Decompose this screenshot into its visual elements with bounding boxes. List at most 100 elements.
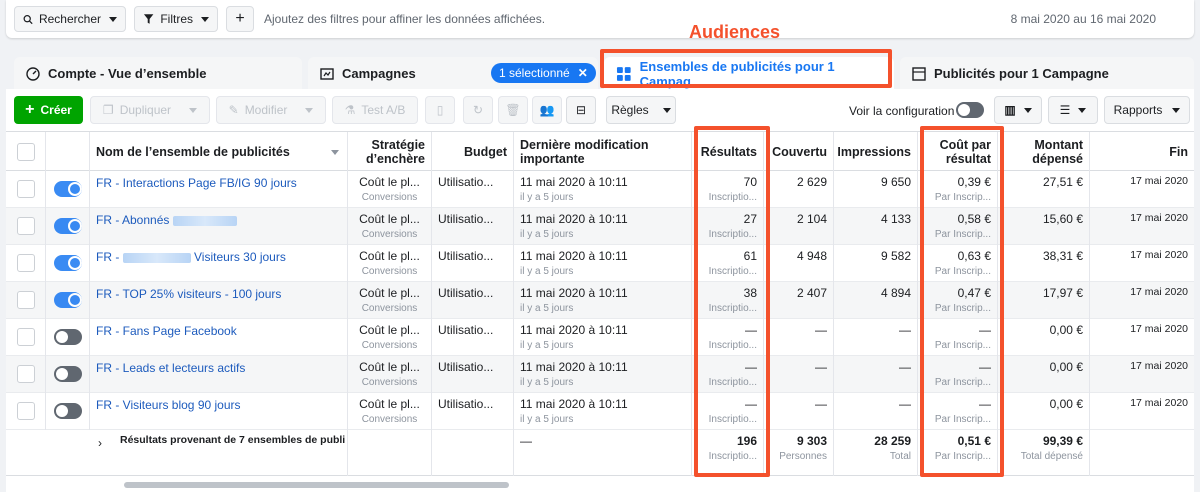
- row-checkbox[interactable]: [17, 217, 35, 235]
- ab-test-button[interactable]: ⚗ Test A/B: [332, 96, 418, 124]
- rules-label: Règles: [611, 103, 649, 117]
- row-budget-cell: Utilisatio...: [432, 208, 514, 245]
- table-row[interactable]: FR - TOP 25% visiteurs - 100 jours Coût l…: [6, 282, 1194, 319]
- toggle-knob: [68, 293, 82, 307]
- row-impressions: —: [899, 397, 911, 411]
- adset-name-link[interactable]: FR - TOP 25% visiteurs - 100 jours: [96, 287, 281, 301]
- close-icon[interactable]: ✕: [578, 66, 588, 80]
- row-name-cell: FR - Visiteurs blog 90 jours: [90, 393, 348, 430]
- add-filter-button[interactable]: +: [226, 6, 254, 32]
- row-checkbox[interactable]: [17, 328, 35, 346]
- delete-button[interactable]: 🗑: [498, 96, 528, 124]
- table-row[interactable]: FR - Visiteurs 30 jours Coût le pl... Conv…: [6, 245, 1194, 282]
- row-strategy-cell: Coût le pl... Conversions: [348, 319, 432, 356]
- date-range[interactable]: 8 mai 2020 au 16 mai 2020: [1011, 12, 1156, 26]
- adset-status-toggle[interactable]: [54, 218, 82, 234]
- column-budget[interactable]: Budget: [432, 132, 514, 172]
- adset-name-link[interactable]: FR - Leads et lecteurs actifs: [96, 361, 245, 375]
- table-header: Nom de l’ensemble de publicités Stratégi…: [6, 131, 1194, 172]
- adset-status-toggle[interactable]: [54, 403, 82, 419]
- sort-icon: [331, 150, 339, 155]
- totals-reach: 9 303: [796, 434, 827, 448]
- column-last-mod[interactable]: Dernière modification importante: [514, 132, 692, 172]
- adset-status-toggle[interactable]: [54, 255, 82, 271]
- row-name-cell: FR - Abonnés: [90, 208, 348, 245]
- clipboard-button[interactable]: ▯: [425, 96, 455, 124]
- row-checkbox[interactable]: [17, 291, 35, 309]
- filters-button[interactable]: Filtres: [134, 6, 218, 32]
- create-button[interactable]: + Créer: [14, 96, 83, 124]
- column-spent[interactable]: Montant dépensé: [998, 132, 1090, 172]
- adset-name-link[interactable]: FR - Abonnés: [96, 213, 169, 227]
- row-impressions-cell: —: [834, 356, 918, 393]
- row-impressions-cell: —: [834, 393, 918, 430]
- toolbar: + Créer ❐ Dupliquer ✎ Modifier ⚗ Test A/B ▯ …: [6, 89, 1194, 131]
- selected-pill[interactable]: 1 sélectionné ✕: [491, 63, 596, 83]
- filter-hint: Ajoutez des filtres pour affiner les don…: [264, 12, 546, 26]
- search-button[interactable]: Rechercher: [14, 6, 126, 32]
- row-checkbox[interactable]: [17, 254, 35, 272]
- table-row[interactable]: FR - Leads et lecteurs actifs Coût le pl.…: [6, 356, 1194, 393]
- adset-name-link[interactable]: FR -: [96, 250, 119, 264]
- rules-button[interactable]: Règles: [606, 96, 676, 124]
- tab-account-overview[interactable]: Compte - Vue d’ensemble: [14, 57, 302, 90]
- row-budget: Utilisatio...: [438, 397, 494, 411]
- column-name[interactable]: Nom de l’ensemble de publicités: [90, 132, 348, 172]
- row-select-cell: [6, 356, 46, 393]
- breakdown-button[interactable]: ☰: [1048, 96, 1098, 124]
- adset-name-link[interactable]: FR - Interactions Page FB/IG 90 jours: [96, 176, 297, 190]
- ads-manager: Rechercher Filtres + Ajoutez des filtres…: [6, 0, 1194, 492]
- column-last-mod-label: Dernière modification importante: [520, 138, 649, 166]
- adset-name-tail[interactable]: Visiteurs 30 jours: [194, 250, 286, 264]
- search-icon: [23, 14, 33, 24]
- column-spent-label: Montant dépensé: [1032, 138, 1083, 166]
- preview-button[interactable]: ⊟: [566, 96, 596, 124]
- view-config-toggle[interactable]: [956, 102, 984, 118]
- adset-status-toggle[interactable]: [54, 181, 82, 197]
- adset-status-toggle[interactable]: [54, 366, 82, 382]
- row-mod-cell: 11 mai 2020 à 10:11 il y a 5 jours: [514, 245, 692, 282]
- row-checkbox[interactable]: [17, 365, 35, 383]
- duplicate-button[interactable]: ❐ Dupliquer: [90, 96, 210, 124]
- add-filter-label: +: [235, 10, 245, 27]
- totals-label: Résultats provenant de 7 ensembles de pu…: [120, 434, 346, 446]
- horizontal-scrollbar[interactable]: [124, 482, 509, 488]
- table-row[interactable]: FR - Fans Page Facebook Coût le pl... Conv…: [6, 319, 1194, 356]
- table-row[interactable]: FR - Interactions Page FB/IG 90 jours Coû…: [6, 171, 1194, 208]
- row-name-cell: FR - TOP 25% visiteurs - 100 jours: [90, 282, 348, 319]
- select-all-checkbox[interactable]: [17, 143, 35, 161]
- row-mod-cell: 11 mai 2020 à 10:11 il y a 5 jours: [514, 171, 692, 208]
- row-strategy-cell: Coût le pl... Conversions: [348, 356, 432, 393]
- row-end-cell: 17 mai 2020: [1090, 208, 1194, 245]
- toggle-knob: [958, 104, 970, 116]
- adset-status-toggle[interactable]: [54, 292, 82, 308]
- row-strategy-cell: Coût le pl... Conversions: [348, 245, 432, 282]
- row-spent: 17,97 €: [1042, 286, 1083, 300]
- column-reach[interactable]: Couvertu: [764, 132, 834, 172]
- audience-button[interactable]: 👥: [532, 96, 562, 124]
- chevron-right-icon[interactable]: ›: [98, 436, 102, 450]
- columns-button[interactable]: ▥: [994, 96, 1042, 124]
- row-checkbox[interactable]: [17, 402, 35, 420]
- table-row[interactable]: FR - Visiteurs blog 90 jours Coût le pl..…: [6, 393, 1194, 430]
- column-end[interactable]: Fin: [1090, 132, 1194, 172]
- row-reach-cell: 4 948: [764, 245, 834, 282]
- column-strategy[interactable]: Stratégie d’enchère: [348, 132, 432, 172]
- table-row[interactable]: FR - Abonnés Coût le pl... Conversions Uti…: [6, 208, 1194, 245]
- row-mod: 11 mai 2020 à 10:11: [520, 323, 628, 337]
- row-mod-sub: il y a 5 jours: [520, 414, 574, 425]
- reports-button[interactable]: Rapports: [1104, 96, 1190, 124]
- adset-name-link[interactable]: FR - Visiteurs blog 90 jours: [96, 398, 241, 412]
- edit-button[interactable]: ✎ Modifier: [216, 96, 326, 124]
- adset-status-toggle[interactable]: [54, 329, 82, 345]
- refresh-button[interactable]: ↻: [463, 96, 493, 124]
- column-impressions[interactable]: Impressions: [834, 132, 918, 172]
- row-budget: Utilisatio...: [438, 212, 494, 226]
- tab-ads[interactable]: Publicités pour 1 Campagne: [900, 57, 1194, 90]
- row-strategy: Coût le pl...: [359, 212, 420, 226]
- row-mod-cell: 11 mai 2020 à 10:11 il y a 5 jours: [514, 208, 692, 245]
- adset-name-link[interactable]: FR - Fans Page Facebook: [96, 324, 237, 338]
- row-checkbox[interactable]: [17, 180, 35, 198]
- row-spent: 27,51 €: [1042, 175, 1083, 189]
- row-spent-cell: 0,00 €: [998, 319, 1090, 356]
